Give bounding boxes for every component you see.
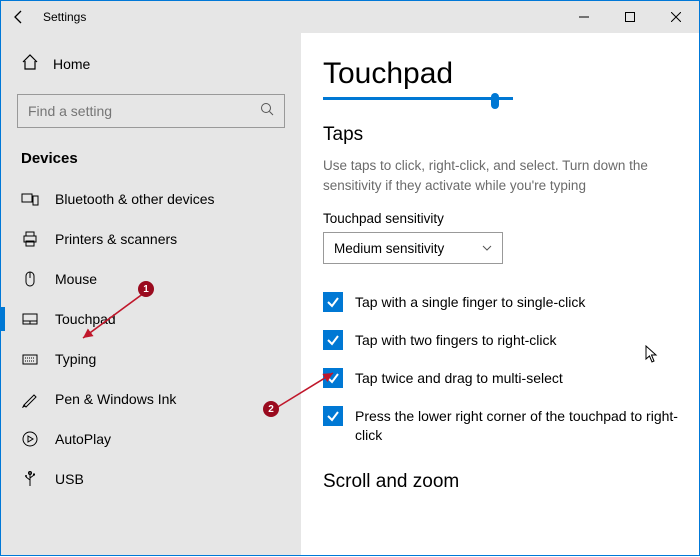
sidebar-item-bluetooth[interactable]: Bluetooth & other devices bbox=[1, 179, 301, 219]
sidebar-home-label: Home bbox=[53, 56, 90, 72]
check-label: Press the lower right corner of the touc… bbox=[355, 406, 679, 445]
checkbox-icon bbox=[323, 292, 343, 312]
home-icon bbox=[21, 53, 39, 74]
sidebar-item-label: AutoPlay bbox=[55, 431, 111, 447]
window-title: Settings bbox=[43, 10, 86, 24]
check-label: Tap with a single finger to single-click bbox=[355, 292, 585, 312]
check-corner-rightclick[interactable]: Press the lower right corner of the touc… bbox=[323, 406, 679, 445]
taps-checklist: Tap with a single finger to single-click… bbox=[323, 292, 679, 445]
sidebar-item-pen[interactable]: Pen & Windows Ink bbox=[1, 379, 301, 419]
close-button[interactable] bbox=[653, 1, 699, 33]
back-button[interactable] bbox=[11, 9, 27, 25]
pen-icon bbox=[21, 390, 39, 408]
check-label: Tap twice and drag to multi-select bbox=[355, 368, 563, 388]
sidebar-item-label: Printers & scanners bbox=[55, 231, 177, 247]
main-content: Touchpad Taps Use taps to click, right-c… bbox=[301, 33, 699, 555]
maximize-button[interactable] bbox=[607, 1, 653, 33]
checkbox-icon bbox=[323, 330, 343, 350]
sidebar-item-typing[interactable]: Typing bbox=[1, 339, 301, 379]
sidebar-section-title: Devices bbox=[1, 144, 301, 179]
minimize-button[interactable] bbox=[561, 1, 607, 33]
slider-knob[interactable] bbox=[491, 93, 499, 109]
check-two-finger[interactable]: Tap with two fingers to right-click bbox=[323, 330, 679, 350]
check-single-tap[interactable]: Tap with a single finger to single-click bbox=[323, 292, 679, 312]
sidebar-item-label: Typing bbox=[55, 351, 96, 367]
sensitivity-value: Medium sensitivity bbox=[334, 241, 444, 256]
printer-icon bbox=[21, 230, 39, 248]
search-box[interactable] bbox=[17, 94, 285, 128]
sensitivity-label: Touchpad sensitivity bbox=[323, 211, 679, 226]
sidebar-item-autoplay[interactable]: AutoPlay bbox=[1, 419, 301, 459]
sidebar-item-label: Pen & Windows Ink bbox=[55, 391, 176, 407]
scroll-heading: Scroll and zoom bbox=[323, 471, 679, 493]
checkbox-icon bbox=[323, 406, 343, 426]
keyboard-icon bbox=[21, 350, 39, 368]
taps-description: Use taps to click, right-click, and sele… bbox=[323, 156, 679, 195]
chevron-down-icon bbox=[482, 241, 492, 256]
check-tap-drag[interactable]: Tap twice and drag to multi-select bbox=[323, 368, 679, 388]
sidebar-item-mouse[interactable]: Mouse bbox=[1, 259, 301, 299]
sidebar-nav: Bluetooth & other devices Printers & sca… bbox=[1, 179, 301, 499]
title-underline bbox=[323, 97, 513, 100]
sidebar-home[interactable]: Home bbox=[1, 45, 301, 82]
touchpad-icon bbox=[21, 310, 39, 328]
mouse-icon bbox=[21, 270, 39, 288]
page-title: Touchpad bbox=[323, 57, 679, 91]
titlebar: Settings bbox=[1, 1, 699, 33]
checkbox-icon bbox=[323, 368, 343, 388]
sidebar-item-label: Bluetooth & other devices bbox=[55, 191, 215, 207]
devices-icon bbox=[21, 190, 39, 208]
usb-icon bbox=[21, 470, 39, 488]
autoplay-icon bbox=[21, 430, 39, 448]
search-icon bbox=[260, 102, 274, 121]
sidebar-item-touchpad[interactable]: Touchpad bbox=[1, 299, 301, 339]
sidebar-item-label: Touchpad bbox=[55, 311, 116, 327]
sidebar: Home Devices Bluetooth & other devices P… bbox=[1, 33, 301, 555]
search-input[interactable] bbox=[28, 103, 260, 119]
sensitivity-select[interactable]: Medium sensitivity bbox=[323, 232, 503, 264]
check-label: Tap with two fingers to right-click bbox=[355, 330, 557, 350]
sidebar-item-label: Mouse bbox=[55, 271, 97, 287]
sidebar-item-printers[interactable]: Printers & scanners bbox=[1, 219, 301, 259]
sidebar-item-label: USB bbox=[55, 471, 84, 487]
sidebar-item-usb[interactable]: USB bbox=[1, 459, 301, 499]
taps-heading: Taps bbox=[323, 124, 679, 146]
